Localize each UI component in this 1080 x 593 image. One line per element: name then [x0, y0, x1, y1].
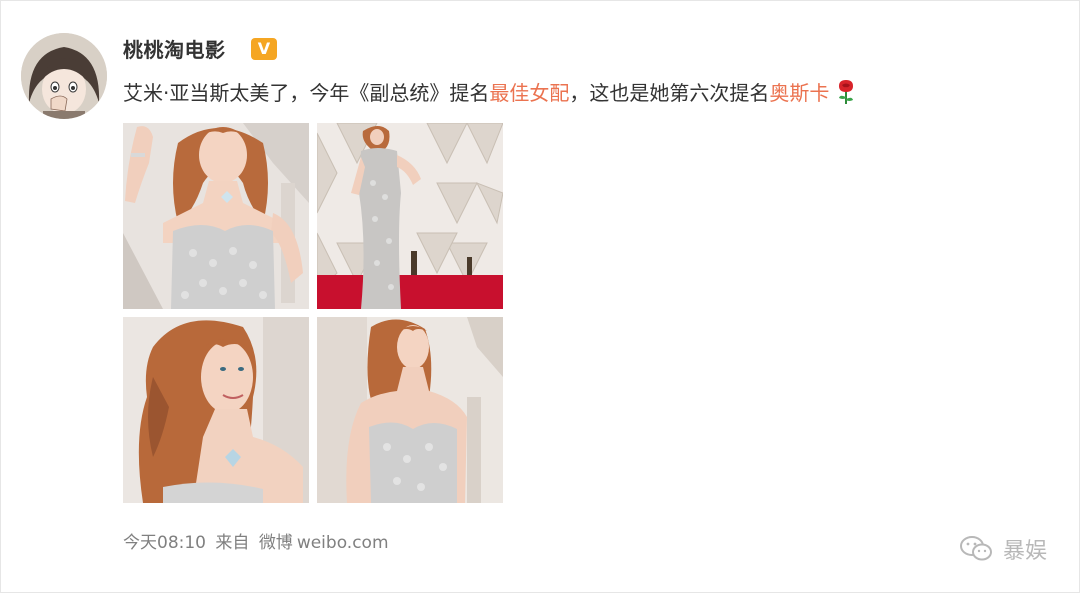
- photo-3-image: [123, 317, 309, 503]
- post-text: 艾米·亚当斯太美了，今年《副总统》提名最佳女配，这也是她第六次提名奥斯卡: [123, 79, 857, 107]
- post-time[interactable]: 今天08:10: [123, 533, 206, 553]
- topic-link-best-supporting-actress[interactable]: 最佳女配: [489, 81, 569, 105]
- from-label: 来自: [215, 533, 250, 553]
- post-meta: 今天08:10 来自 微博 weibo.com: [123, 528, 393, 553]
- photo-3[interactable]: [123, 317, 309, 503]
- watermark: 暴娱: [959, 533, 1047, 565]
- weibo-post-card: 桃桃淘电影 V 艾米·亚当斯太美了，今年《副总统》提名最佳女配，这也是她第六次提…: [0, 0, 1080, 593]
- photo-4[interactable]: [317, 317, 503, 503]
- topic-link-oscars[interactable]: 奥斯卡: [769, 81, 829, 105]
- photo-1-image: [123, 123, 309, 309]
- photo-2[interactable]: [317, 123, 503, 309]
- verified-badge-icon: V: [251, 38, 277, 60]
- photo-2-image: [317, 123, 503, 309]
- watermark-text: 暴娱: [1002, 539, 1047, 564]
- user-avatar[interactable]: [21, 33, 107, 119]
- username[interactable]: 桃桃淘电影: [123, 34, 226, 63]
- post-text-part-3: ，这也是她第六次提名: [569, 81, 770, 105]
- avatar-illustration: [21, 33, 107, 119]
- source-app-link[interactable]: 微博: [259, 533, 293, 553]
- rose-icon: [839, 80, 854, 104]
- wechat-icon: [959, 536, 992, 561]
- post-text-part-1: 艾米·亚当斯太美了，今年《副总统》提名: [123, 81, 490, 105]
- source-domain[interactable]: weibo.com: [297, 533, 389, 553]
- photo-4-image: [317, 317, 503, 503]
- photo-1[interactable]: [123, 123, 309, 309]
